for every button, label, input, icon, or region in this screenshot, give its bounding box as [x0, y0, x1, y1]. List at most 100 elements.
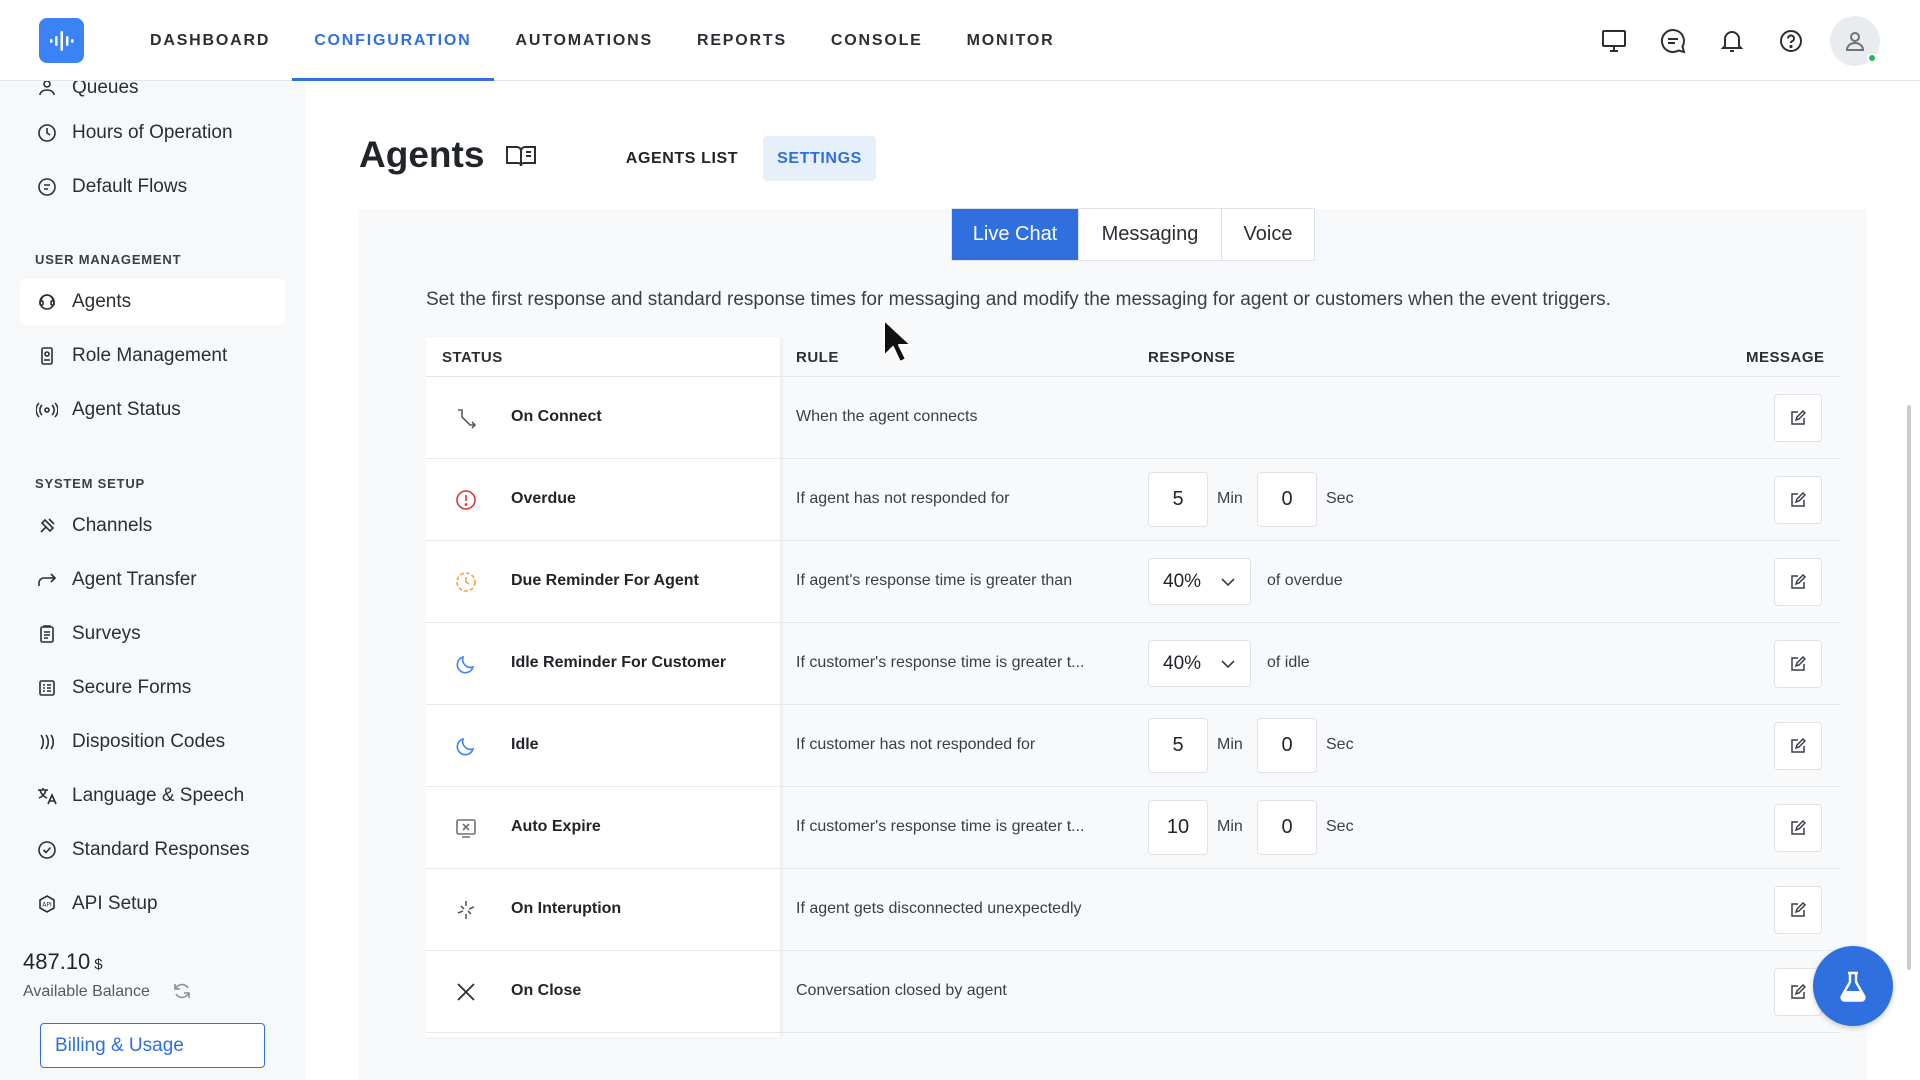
sidebar-item-standard-responses[interactable]: Standard Responses	[20, 827, 285, 873]
badge-icon	[36, 345, 58, 367]
minutes-input[interactable]: 10	[1148, 800, 1208, 855]
seconds-input[interactable]: 0	[1257, 472, 1317, 527]
sidebar-item-agent-status[interactable]: Agent Status	[20, 387, 285, 433]
sec-unit: Sec	[1326, 490, 1354, 507]
minutes-input[interactable]: 5	[1148, 718, 1208, 773]
rule-text: Conversation closed by agent	[796, 982, 1007, 999]
edit-message-button[interactable]	[1774, 476, 1822, 524]
online-status-dot	[1867, 52, 1877, 63]
broadcast-icon	[36, 399, 58, 421]
close-icon	[454, 980, 478, 1004]
seconds-input[interactable]: 0	[1257, 718, 1317, 773]
lab-flask-button[interactable]	[1813, 946, 1893, 1026]
sidebar-item-agent-transfer[interactable]: Agent Transfer	[20, 557, 285, 603]
status-name: On Close	[511, 982, 582, 999]
nav-reports[interactable]: REPORTS	[675, 0, 809, 81]
percent-select[interactable]: 40%	[1148, 640, 1251, 687]
tab-agents-list[interactable]: AGENTS LIST	[620, 136, 744, 181]
tab-live-chat[interactable]: Live Chat	[952, 209, 1079, 260]
sidebar-item-hours-of-operation[interactable]: Hours of Operation	[20, 110, 285, 156]
min-unit: Min	[1217, 736, 1243, 753]
sidebar-item-channels[interactable]: Channels	[20, 503, 285, 549]
clipboard-icon	[36, 623, 58, 645]
chevron-down-icon	[1221, 660, 1235, 669]
nav-automations[interactable]: AUTOMATIONS	[494, 0, 675, 81]
rule-text: If agent's response time is greater than	[796, 572, 1073, 589]
tab-voice[interactable]: Voice	[1222, 209, 1314, 260]
user-avatar[interactable]	[1830, 15, 1880, 66]
percent-select[interactable]: 40%	[1148, 558, 1251, 605]
edit-message-button[interactable]	[1774, 558, 1822, 606]
channels-icon	[36, 515, 58, 537]
sidebar-item-secure-forms[interactable]: Secure Forms	[20, 665, 285, 711]
transfer-icon	[36, 569, 58, 591]
sec-unit: Sec	[1326, 736, 1354, 753]
sidebar-item-label: Secure Forms	[72, 677, 192, 698]
flow-icon	[36, 176, 58, 198]
table-row: Idle If customer has not responded for 5…	[426, 705, 1840, 787]
settings-description: Set the first response and standard resp…	[426, 289, 1611, 310]
bell-icon[interactable]	[1702, 11, 1761, 70]
header-message: MESSAGE	[1746, 349, 1825, 366]
sidebar-item-language-speech[interactable]: Language & Speech	[20, 773, 285, 819]
table-row: Idle Reminder For Customer If customer's…	[426, 623, 1840, 705]
channel-tab-group: Live Chat Messaging Voice	[951, 208, 1315, 261]
table-row: Overdue If agent has not responded for 5…	[426, 459, 1840, 541]
billing-usage-button[interactable]: Billing & Usage	[40, 1023, 265, 1068]
balance-label: Available Balance	[23, 983, 150, 1000]
rule-text: If agent has not responded for	[796, 490, 1010, 507]
sidebar-item-disposition-codes[interactable]: Disposition Codes	[20, 719, 285, 765]
nav-monitor[interactable]: MONITOR	[945, 0, 1077, 81]
tab-settings[interactable]: SETTINGS	[763, 136, 876, 181]
book-icon[interactable]	[505, 144, 537, 173]
min-unit: Min	[1217, 490, 1243, 507]
sidebar-item-label: Agent Transfer	[72, 569, 197, 590]
edit-message-button[interactable]	[1774, 804, 1822, 852]
refresh-icon[interactable]	[171, 981, 193, 1006]
moon-icon	[454, 652, 478, 676]
sidebar-item-role-management[interactable]: Role Management	[20, 333, 285, 379]
rule-text: When the agent connects	[796, 408, 978, 425]
status-name: Overdue	[511, 490, 576, 507]
table-row: Auto Expire If customer's response time …	[426, 787, 1840, 869]
translate-icon	[36, 785, 58, 807]
edit-message-button[interactable]	[1774, 640, 1822, 688]
status-name: Idle	[511, 736, 539, 753]
sidebar-item-queues[interactable]: Queues	[20, 81, 285, 111]
seconds-input[interactable]: 0	[1257, 800, 1317, 855]
app-logo-icon[interactable]	[39, 18, 84, 63]
status-name: On Connect	[511, 408, 602, 425]
sidebar-item-label: Surveys	[72, 623, 141, 644]
monitor-icon[interactable]	[1584, 11, 1643, 70]
sidebar-item-api-setup[interactable]: API API Setup	[20, 881, 285, 927]
balance-value: 487.10	[23, 949, 91, 974]
alert-circle-icon	[454, 488, 478, 512]
rule-text: If agent gets disconnected unexpectedly	[796, 900, 1082, 917]
sidebar-item-default-flows[interactable]: Default Flows	[20, 164, 285, 210]
nav-dashboard[interactable]: DASHBOARD	[128, 0, 292, 81]
minutes-input[interactable]: 5	[1148, 472, 1208, 527]
edit-message-button[interactable]	[1774, 394, 1822, 442]
chevron-down-icon	[1221, 578, 1235, 587]
rule-text: If customer's response time is greater t…	[796, 818, 1085, 835]
chat-icon[interactable]	[1643, 11, 1702, 70]
table-header: STATUS RULE RESPONSE MESSAGE	[426, 337, 1840, 377]
sidebar-item-surveys[interactable]: Surveys	[20, 611, 285, 657]
sidebar-item-agents[interactable]: Agents	[20, 279, 285, 325]
sidebar-item-label: Channels	[72, 515, 153, 536]
edit-message-button[interactable]	[1774, 722, 1822, 770]
section-user-management: USER MANAGEMENT	[35, 252, 182, 267]
percent-suffix: of idle	[1267, 654, 1310, 671]
main-nav: DASHBOARD CONFIGURATION AUTOMATIONS REPO…	[128, 0, 1077, 81]
rule-text: If customer's response time is greater t…	[796, 654, 1085, 671]
vertical-scrollbar[interactable]	[1907, 405, 1911, 970]
tab-messaging[interactable]: Messaging	[1079, 209, 1222, 260]
nav-configuration[interactable]: CONFIGURATION	[292, 0, 494, 81]
mouse-cursor-icon	[882, 318, 912, 369]
nav-console[interactable]: CONSOLE	[809, 0, 945, 81]
balance-amount: 487.10 $	[23, 949, 103, 975]
help-icon[interactable]	[1761, 11, 1820, 70]
sidebar-item-label: Agents	[72, 291, 132, 312]
edit-message-button[interactable]	[1774, 886, 1822, 934]
connect-icon	[454, 406, 478, 430]
